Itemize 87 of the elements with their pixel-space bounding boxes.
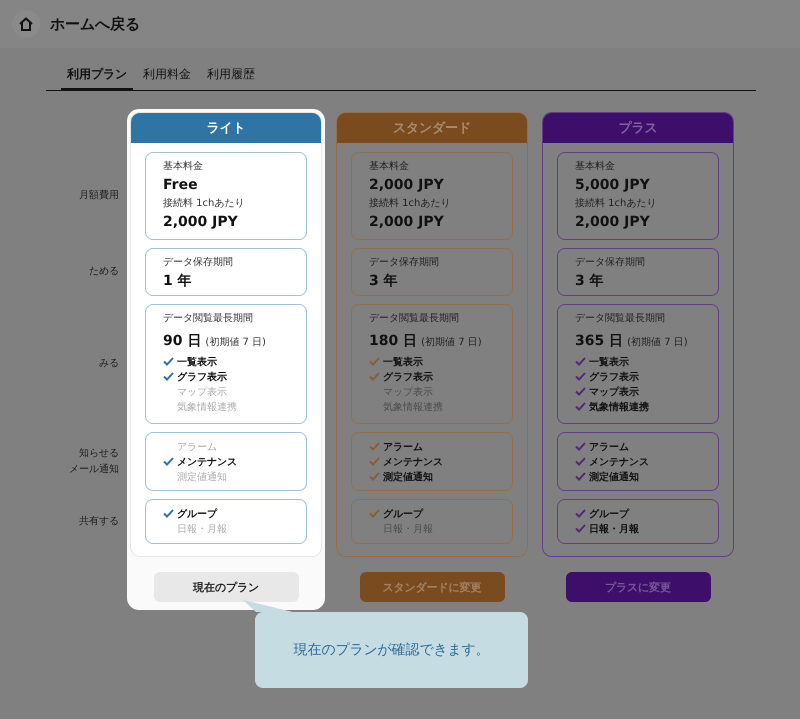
period-value: 90 日: [163, 332, 202, 351]
price-value: 2,000 JPY: [575, 213, 651, 232]
field-label: データ閲覧最長期間: [575, 312, 666, 326]
field-label: データ保存期間: [369, 256, 440, 270]
feature-label: メンテナンス: [177, 456, 237, 468]
check-icon: [575, 457, 586, 466]
tab[interactable]: 利用プラン: [61, 64, 133, 91]
plan-button[interactable]: 現在のプラン: [154, 572, 298, 602]
feature-label: グループ: [177, 507, 217, 520]
back-link[interactable]: ホームへ戻る: [50, 14, 140, 34]
feature-label: 測定値通知: [383, 470, 433, 484]
check-icon: [575, 524, 586, 533]
tab[interactable]: 利用履歴: [201, 64, 261, 91]
default-note: (初期値 7 日): [627, 336, 688, 350]
period-value: 1 年: [163, 272, 193, 291]
feature-label: アラーム: [589, 440, 629, 454]
check-icon: [369, 509, 380, 518]
period-value: 3 年: [575, 272, 605, 291]
field-label: 基本料金: [163, 160, 204, 174]
feature-label: グラフ表示: [177, 370, 227, 384]
check-icon: [575, 472, 586, 481]
field-label: 基本料金: [369, 160, 410, 174]
field-label: 基本料金: [575, 160, 616, 174]
row-label: 共有する: [79, 514, 119, 528]
check-icon: [369, 442, 380, 451]
row-label: 知らせる: [79, 446, 119, 460]
row-label: メール通知: [69, 462, 119, 476]
check-icon: [575, 387, 586, 396]
row-label: ためる: [89, 265, 119, 279]
check-icon: [575, 402, 586, 411]
field-label: データ保存期間: [163, 256, 234, 270]
price-value: 2,000 JPY: [369, 176, 445, 195]
price-value: 5,000 JPY: [575, 176, 651, 195]
check-icon: [575, 372, 586, 381]
check-icon: [163, 372, 174, 381]
row-label: みる: [99, 357, 119, 371]
plan-header: ライト: [131, 113, 321, 143]
feature-label: グループ: [589, 507, 629, 520]
check-icon: [163, 457, 174, 466]
tab[interactable]: 利用料金: [137, 64, 197, 91]
period-value: 365 日: [575, 332, 624, 351]
feature-label: 気象情報連携: [589, 400, 649, 414]
plan-header: スタンダード: [337, 113, 527, 143]
feature-label: グループ: [383, 507, 423, 520]
field-label: 接続料 1chあたり: [369, 196, 452, 211]
price-value: 2,000 JPY: [163, 213, 239, 232]
field-label: 接続料 1chあたり: [575, 196, 658, 211]
feature-label: 測定値通知: [177, 470, 227, 484]
feature-label: メンテナンス: [589, 456, 649, 468]
feature-label: 一覧表示: [177, 356, 217, 368]
default-note: (初期値 7 日): [421, 336, 482, 350]
row-label: 月額費用: [79, 188, 119, 203]
check-icon: [575, 442, 586, 451]
field-label: データ閲覧最長期間: [369, 312, 460, 326]
feature-label: メンテナンス: [383, 456, 443, 468]
check-icon: [163, 509, 174, 518]
field-label: 接続料 1chあたり: [163, 196, 246, 211]
period-value: 180 日: [369, 332, 418, 351]
check-icon: [575, 357, 586, 366]
tooltip-text: 現在のプランが確認できます。: [294, 641, 490, 659]
feature-label: 一覧表示: [589, 356, 629, 368]
check-icon: [369, 457, 380, 466]
plan-header: プラス: [543, 113, 733, 143]
feature-label: 気象情報連携: [177, 400, 237, 414]
feature-label: 日報・月報: [589, 522, 639, 536]
feature-label: アラーム: [383, 440, 423, 454]
feature-label: マップ表示: [589, 385, 639, 398]
feature-label: アラーム: [177, 440, 217, 454]
price-value: Free: [163, 176, 199, 195]
field-label: データ閲覧最長期間: [163, 312, 254, 326]
check-icon: [575, 509, 586, 518]
plan-button[interactable]: プラスに変更: [566, 572, 710, 602]
price-value: 2,000 JPY: [369, 213, 445, 232]
feature-label: 一覧表示: [383, 356, 423, 368]
default-note: (初期値 7 日): [205, 336, 266, 350]
check-icon: [369, 472, 380, 481]
home-icon[interactable]: [12, 10, 40, 38]
check-icon: [163, 357, 174, 366]
feature-label: 測定値通知: [589, 470, 639, 484]
feature-label: マップ表示: [177, 386, 227, 398]
field-label: データ保存期間: [575, 256, 646, 270]
check-icon: [369, 372, 380, 381]
period-value: 3 年: [369, 272, 399, 291]
feature-label: グラフ表示: [589, 370, 639, 384]
check-icon: [369, 357, 380, 366]
feature-label: 日報・月報: [177, 522, 227, 536]
feature-label: グラフ表示: [383, 370, 433, 384]
